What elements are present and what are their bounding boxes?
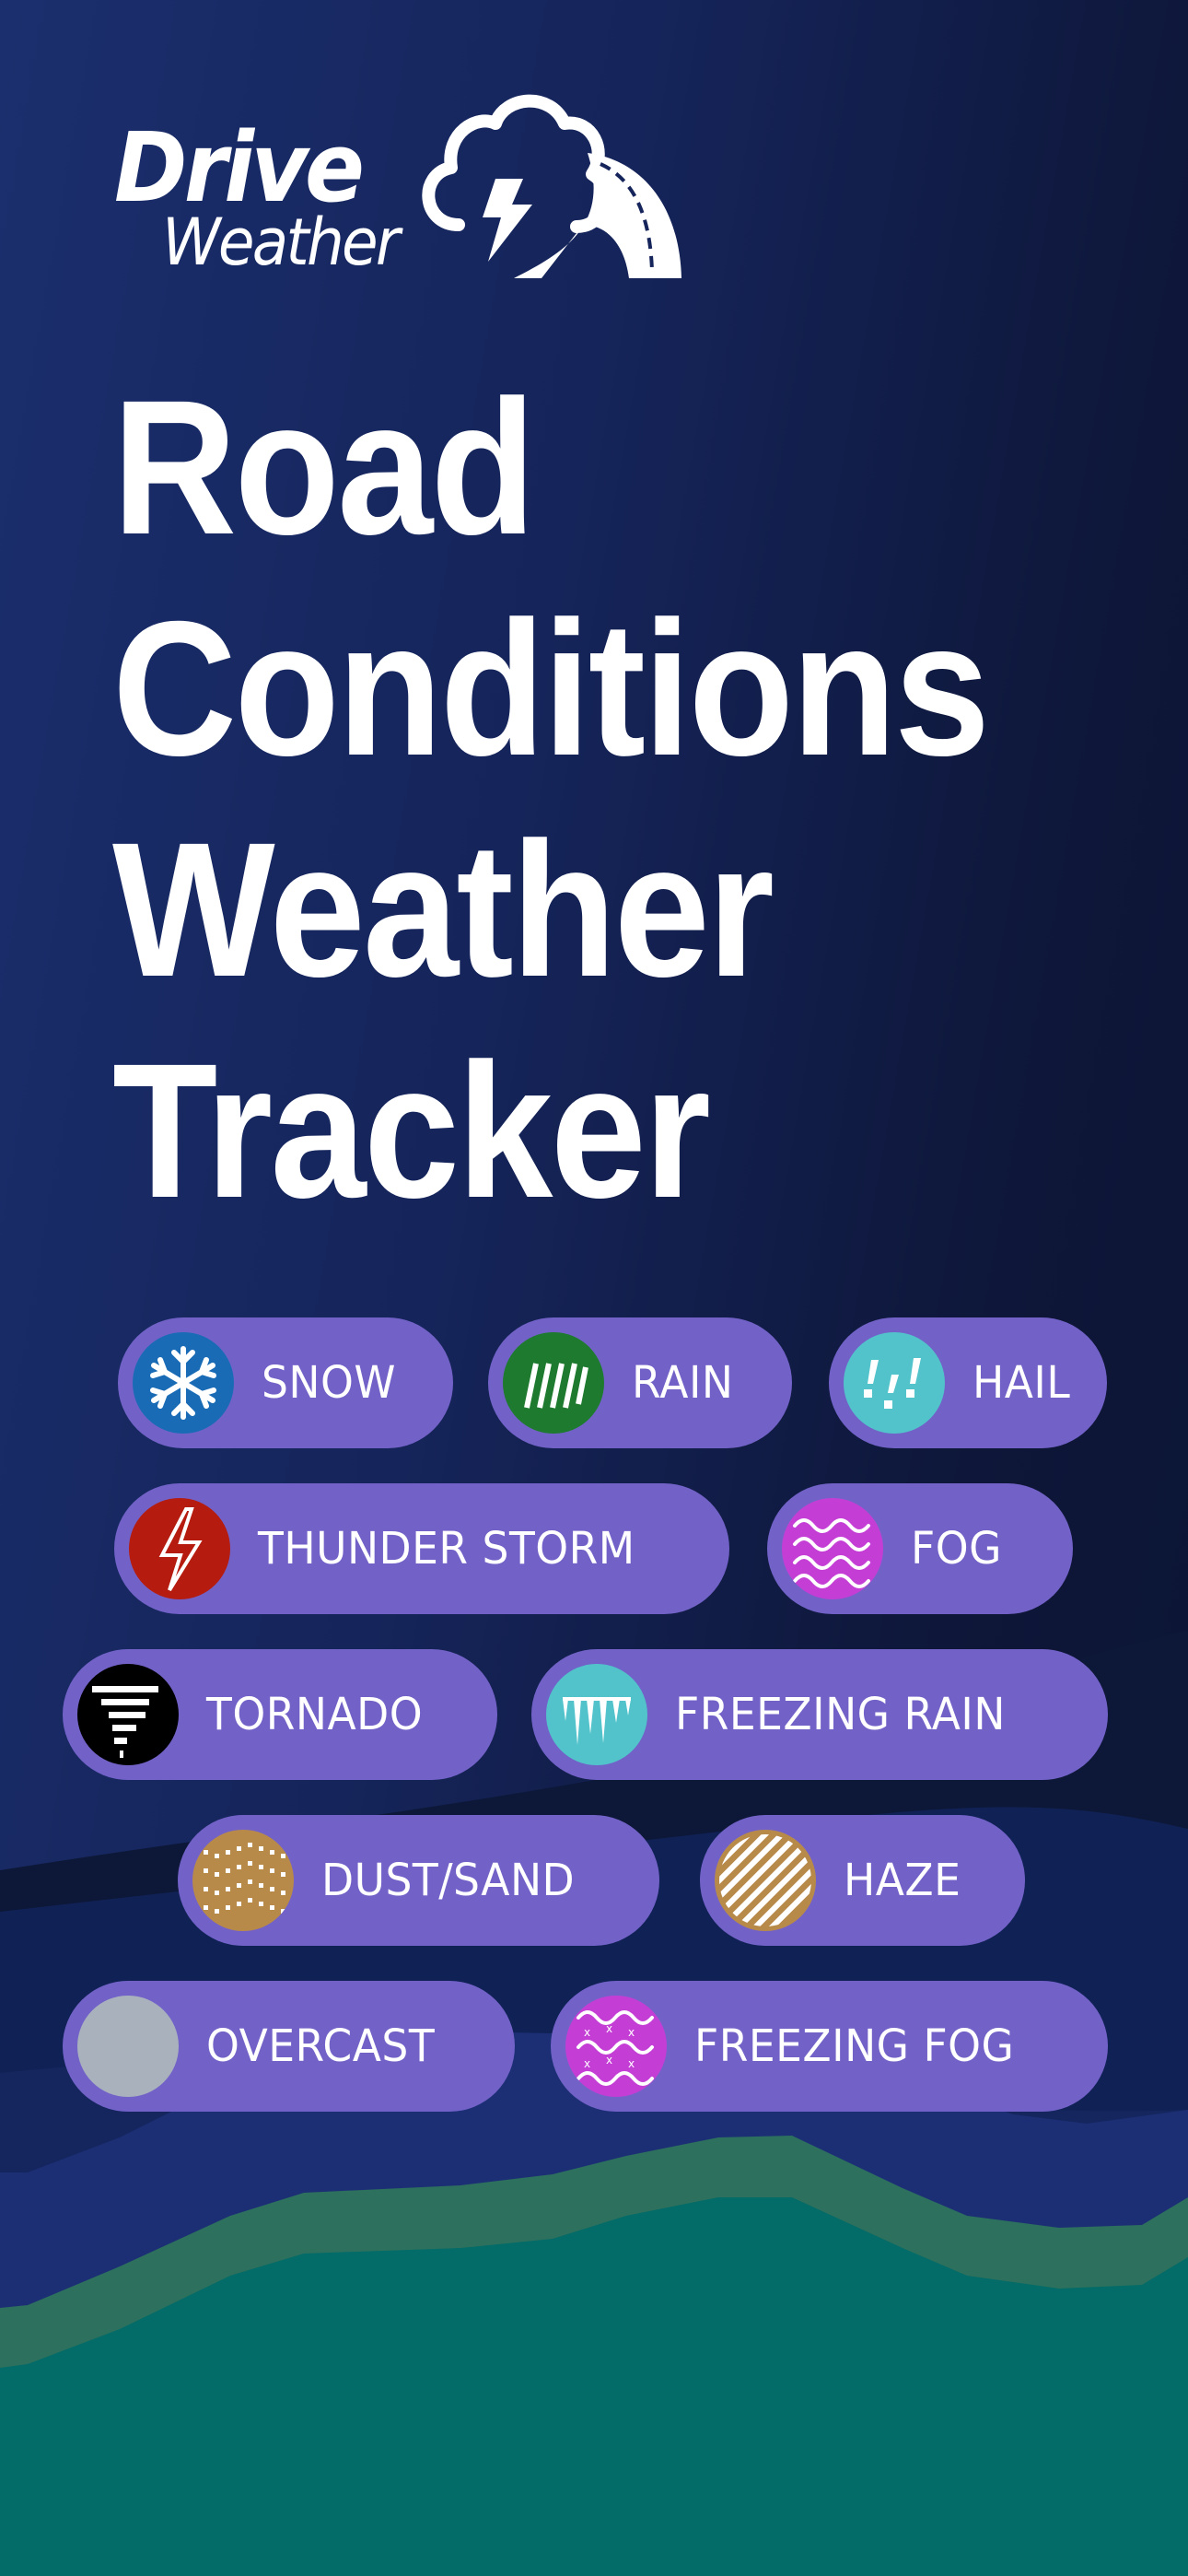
svg-text:x: x	[606, 2022, 612, 2035]
logo-text-drive: Drive	[114, 111, 365, 224]
chip-label: THUNDER STORM	[258, 1523, 635, 1575]
chip-label: FREEZING RAIN	[675, 1689, 1006, 1740]
chip-label: FREEZING FOG	[694, 2020, 1015, 2072]
drive-weather-logo: Drive Weather	[111, 87, 681, 280]
headline-line-4: Tracker	[112, 1025, 711, 1238]
chip-dust-sand[interactable]: DUST/SAND	[178, 1815, 659, 1946]
lightning-bolt-icon	[129, 1498, 230, 1599]
chip-label: SNOW	[262, 1357, 396, 1409]
chip-label: TORNADO	[206, 1689, 424, 1740]
snowflake-icon	[133, 1332, 234, 1434]
svg-text:x: x	[628, 2057, 635, 2070]
chip-label: OVERCAST	[206, 2020, 436, 2072]
haze-stripes-icon	[715, 1830, 816, 1931]
icicles-icon	[546, 1664, 647, 1765]
fog-waves-icon	[782, 1498, 883, 1599]
chip-label: FOG	[911, 1523, 1002, 1575]
chip-freezing-fog[interactable]: x x x x x x FREEZING FOG	[551, 1981, 1108, 2112]
svg-text:x: x	[606, 2054, 612, 2067]
chip-freezing-rain[interactable]: FREEZING RAIN	[531, 1649, 1108, 1780]
headline-line-3: Weather	[112, 803, 775, 1017]
chip-thunder-storm[interactable]: THUNDER STORM	[114, 1483, 729, 1614]
chip-label: HAIL	[973, 1357, 1071, 1409]
svg-text:x: x	[584, 2057, 590, 2070]
hail-icon	[844, 1332, 945, 1434]
chip-label: HAZE	[844, 1855, 961, 1906]
rain-streaks-icon	[503, 1332, 604, 1434]
freezing-fog-icon: x x x x x x	[565, 1996, 667, 2097]
chip-snow[interactable]: SNOW	[118, 1317, 453, 1448]
logo-text-weather: Weather	[162, 205, 400, 280]
chip-fog[interactable]: FOG	[767, 1483, 1073, 1614]
chip-label: DUST/SAND	[321, 1855, 576, 1906]
svg-text:x: x	[628, 2026, 635, 2039]
chip-tornado[interactable]: TORNADO	[63, 1649, 497, 1780]
chip-label: RAIN	[632, 1357, 734, 1409]
chip-hail[interactable]: HAIL	[829, 1317, 1107, 1448]
headline-line-1: Road	[112, 361, 536, 575]
headline-line-2: Conditions	[112, 582, 990, 796]
overcast-circle-icon	[77, 1996, 179, 2097]
storm-cloud-road-icon	[422, 94, 681, 278]
svg-text:x: x	[584, 2026, 590, 2039]
chip-rain[interactable]: RAIN	[488, 1317, 792, 1448]
chip-overcast[interactable]: OVERCAST	[63, 1981, 515, 2112]
chip-haze[interactable]: HAZE	[700, 1815, 1025, 1946]
dust-dots-icon	[192, 1830, 294, 1931]
page-headline: Road Conditions Weather Tracker	[112, 357, 1085, 1242]
tornado-icon	[77, 1664, 179, 1765]
